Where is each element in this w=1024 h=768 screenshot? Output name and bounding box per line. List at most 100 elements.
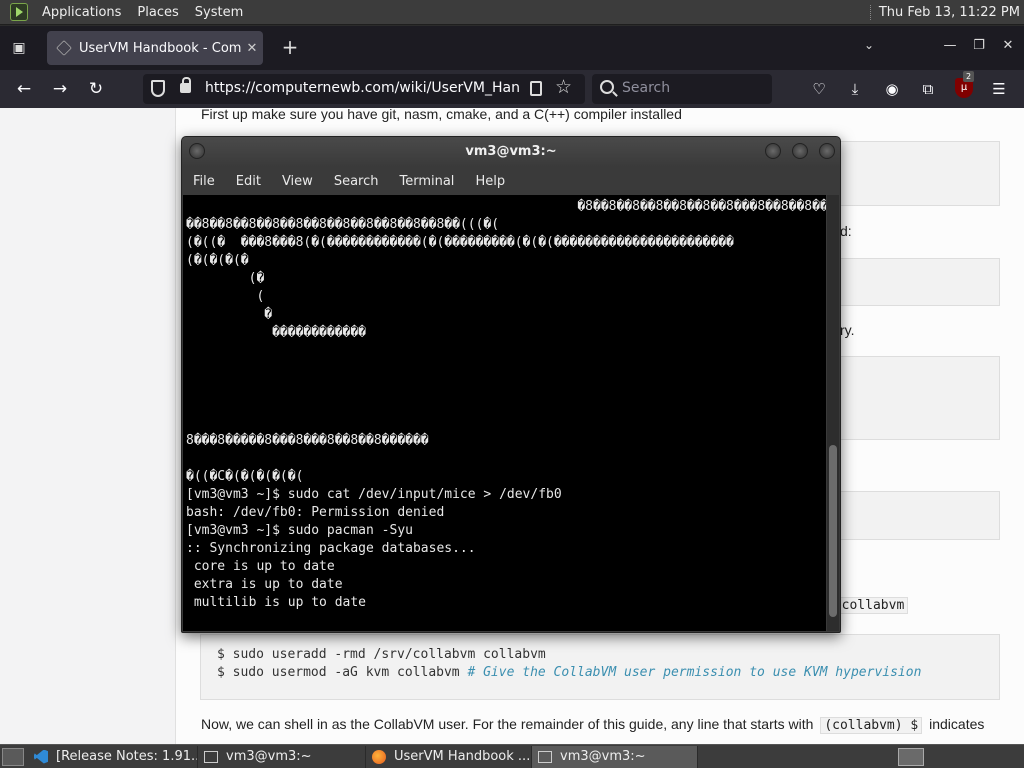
- task-terminal-2[interactable]: vm3@vm3:~: [532, 745, 698, 768]
- extension-badge: 2: [963, 71, 975, 82]
- terminal-line: :: Synchronizing package databases...: [186, 541, 476, 556]
- terminal-line: �8��8��8��8��8��8��8���8��8��8��8��8��8: [186, 199, 826, 214]
- distro-logo-icon[interactable]: [10, 3, 28, 21]
- forward-arrow-icon[interactable]: →: [48, 78, 72, 100]
- terminal-line: [vm3@vm3 ~]$ sudo cat /dev/input/mice > …: [186, 487, 562, 502]
- tab-uservm-handbook[interactable]: UserVM Handbook - Compu ✕: [47, 31, 263, 65]
- terminal-line: (�: [186, 271, 265, 286]
- restore-icon[interactable]: ❐: [969, 38, 989, 53]
- reader-view-icon[interactable]: [530, 81, 542, 96]
- paragraph-text: Now, we can shell in as the CollabVM use…: [201, 716, 814, 732]
- window-menu-icon[interactable]: [189, 143, 205, 159]
- top-panel: Applications Places System Thu Feb 13, 1…: [0, 0, 1024, 25]
- task-label: vm3@vm3:~: [560, 749, 646, 764]
- terminal-line: (�((� ���8���8(�(������������(�(��������…: [186, 235, 734, 250]
- ublock-extension-icon[interactable]: μ2: [955, 71, 975, 98]
- url-text[interactable]: https://computernewb.com/wiki/UserVM_Han…: [205, 80, 519, 96]
- shield-icon[interactable]: [151, 80, 165, 97]
- maximize-icon[interactable]: [792, 143, 808, 159]
- tab-strip: ▣ UserVM Handbook - Compu ✕ + ⌄ — ❐ ✕: [0, 26, 1024, 70]
- wiki-sidebar: [0, 108, 176, 744]
- downloads-icon[interactable]: ⤓: [844, 78, 866, 100]
- pocket-icon[interactable]: ♡: [808, 78, 830, 100]
- terminal-icon: [538, 750, 552, 763]
- scrollbar-thumb[interactable]: [829, 445, 837, 617]
- code-line: $ sudo usermod -aG kvm collabvm # Give t…: [217, 665, 921, 680]
- menu-terminal[interactable]: Terminal: [399, 174, 454, 189]
- inline-code-prompt: (collabvm) $: [820, 717, 923, 734]
- intro-paragraph: First up make sure you have git, nasm, c…: [201, 108, 682, 122]
- vscode-icon: [34, 749, 48, 764]
- code-command: $ sudo usermod -aG kvm collabvm: [217, 665, 468, 680]
- close-tab-icon[interactable]: ✕: [241, 41, 263, 56]
- terminal-line: [vm3@vm3 ~]$ sudo pacman -Syu: [186, 523, 413, 538]
- search-placeholder[interactable]: Search: [622, 80, 670, 96]
- task-label: UserVM Handbook ...: [394, 749, 531, 764]
- menu-view[interactable]: View: [282, 174, 313, 189]
- menu-search[interactable]: Search: [334, 174, 379, 189]
- terminal-line: 8���8�����8���8���8��8��8������: [186, 433, 429, 448]
- terminal-line: (: [186, 289, 265, 304]
- terminal-line: ��8��8��8��8��8��8��8��8��8��8��8��(((�(: [186, 217, 500, 232]
- code-block-useradd: $ sudo useradd -rmd /srv/collabvm collab…: [200, 634, 1000, 700]
- terminal-line: multilib is up to date: [186, 595, 367, 610]
- search-icon: [600, 80, 614, 94]
- menu-file[interactable]: File: [193, 174, 215, 189]
- chevron-down-icon[interactable]: ⌄: [864, 38, 874, 52]
- workspace-switcher[interactable]: [898, 748, 924, 766]
- terminal-scrollbar[interactable]: [827, 195, 839, 631]
- task-firefox[interactable]: UserVM Handbook ...: [366, 745, 532, 768]
- paragraph-fragment: d:: [840, 223, 852, 239]
- terminal-line: �((�C�(�(�(�(�(: [186, 469, 304, 484]
- code-line: $ sudo useradd -rmd /srv/collabvm collab…: [217, 647, 546, 662]
- paragraph-fragment: ry.: [840, 322, 855, 338]
- new-tab-button[interactable]: +: [278, 36, 302, 60]
- show-desktop-icon[interactable]: [2, 747, 24, 766]
- terminal-icon: [204, 750, 218, 763]
- code-comment: # Give the CollabVM user permission to u…: [467, 665, 922, 680]
- menu-hamburger-icon[interactable]: ☰: [988, 78, 1010, 100]
- extensions-icon[interactable]: ⧉: [917, 78, 939, 100]
- task-label: [Release Notes: 1.91...: [56, 749, 198, 764]
- menu-places[interactable]: Places: [129, 5, 186, 20]
- terminal-window[interactable]: vm3@vm3:~ File Edit View Search Terminal…: [181, 136, 841, 633]
- taskbar: [Release Notes: 1.91... vm3@vm3:~ UserVM…: [0, 744, 1024, 768]
- task-release-notes[interactable]: [Release Notes: 1.91...: [28, 745, 198, 768]
- paragraph-text: indicates: [929, 716, 985, 732]
- bookmark-star-icon[interactable]: ☆: [555, 76, 572, 98]
- firefox-icon: [372, 749, 386, 764]
- terminal-line: ������������: [186, 325, 367, 340]
- menu-system[interactable]: System: [187, 5, 251, 20]
- minimize-icon[interactable]: [765, 143, 781, 159]
- panel-clock[interactable]: Thu Feb 13, 11:22 PM: [869, 5, 1020, 20]
- terminal-screen[interactable]: �8��8��8��8��8��8��8���8��8��8��8��8��8 �…: [183, 195, 826, 631]
- terminal-line: (�(�(�(�: [186, 253, 249, 268]
- minimize-icon[interactable]: —: [940, 38, 960, 53]
- close-window-icon[interactable]: ✕: [998, 38, 1018, 53]
- terminal-line: extra is up to date: [186, 577, 343, 592]
- task-terminal-1[interactable]: vm3@vm3:~: [198, 745, 366, 768]
- reload-icon[interactable]: ↻: [84, 78, 108, 100]
- menu-edit[interactable]: Edit: [236, 174, 261, 189]
- lock-icon[interactable]: [180, 77, 191, 93]
- search-bar[interactable]: Search: [592, 74, 772, 104]
- terminal-menubar: File Edit View Search Terminal Help: [182, 167, 840, 195]
- terminal-titlebar[interactable]: vm3@vm3:~: [182, 137, 840, 167]
- firefox-view-icon[interactable]: ▣: [8, 37, 30, 59]
- url-bar[interactable]: https://computernewb.com/wiki/UserVM_Han…: [143, 74, 585, 104]
- back-arrow-icon[interactable]: ←: [12, 78, 36, 100]
- menu-help[interactable]: Help: [475, 174, 505, 189]
- navigation-bar: ← → ↻ https://computernewb.com/wiki/User…: [0, 70, 1024, 108]
- menu-applications[interactable]: Applications: [34, 5, 129, 20]
- terminal-line: core is up to date: [186, 559, 335, 574]
- account-icon[interactable]: ◉: [881, 78, 903, 100]
- close-icon[interactable]: [819, 143, 835, 159]
- paragraph-shell-in: Now, we can shell in as the CollabVM use…: [201, 716, 985, 734]
- terminal-line: bash: /dev/fb0: Permission denied: [186, 505, 445, 520]
